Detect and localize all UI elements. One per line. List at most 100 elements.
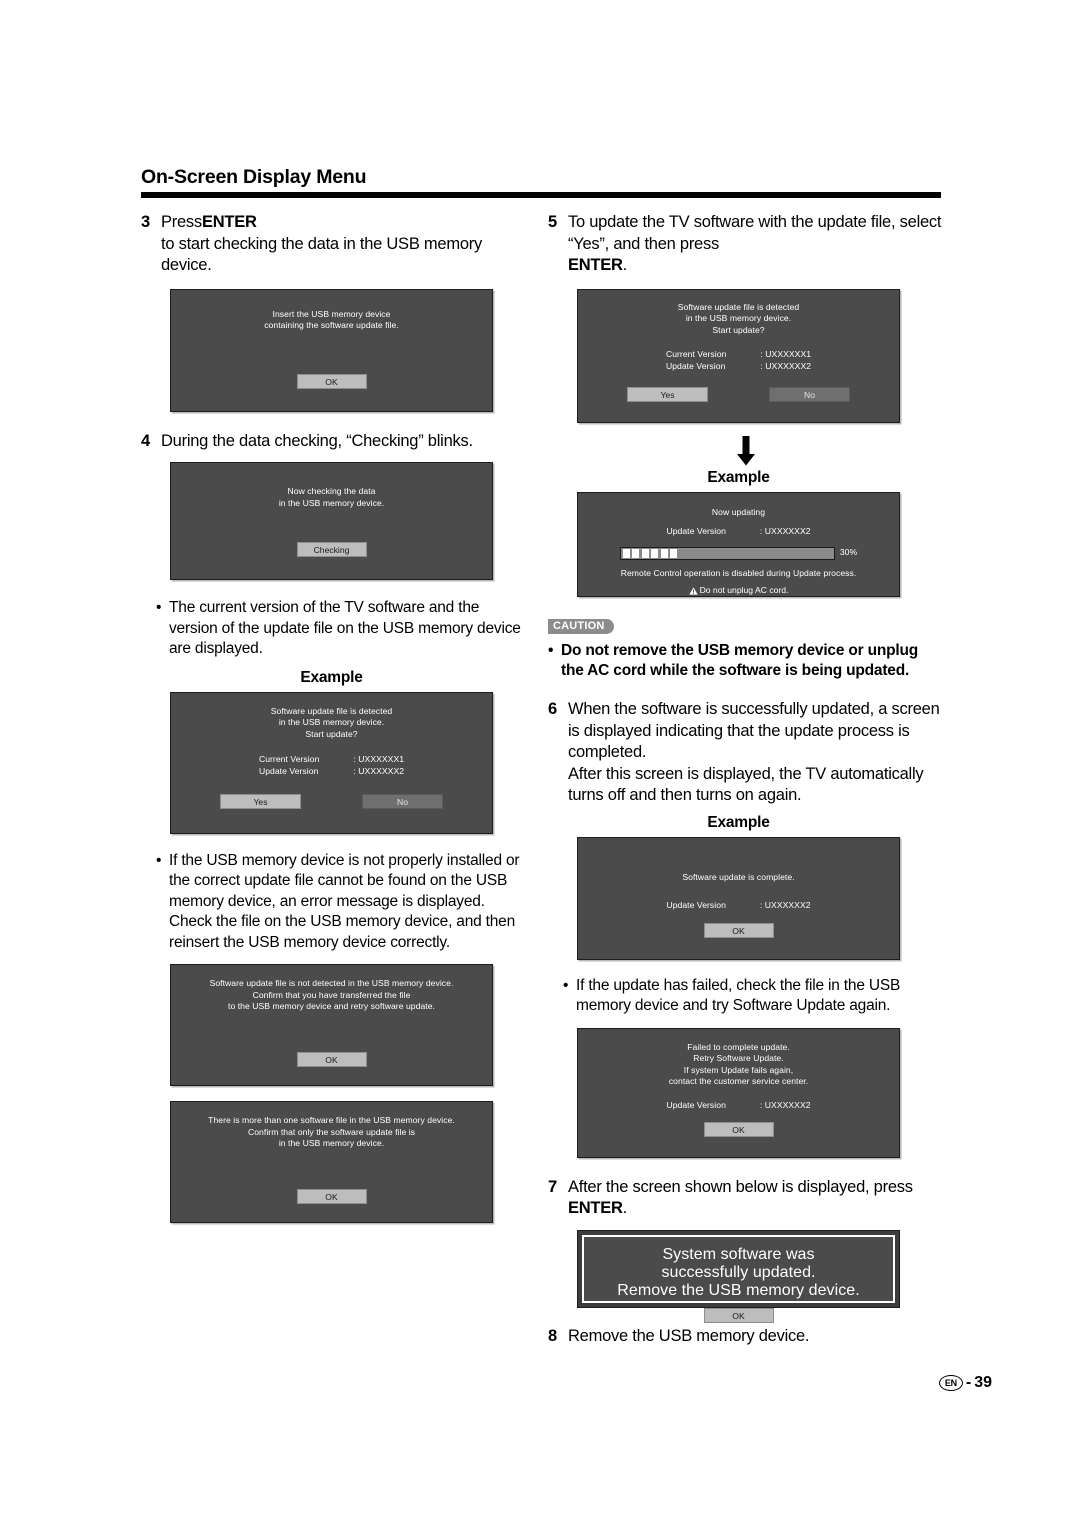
bullet-dot-icon: • (156, 599, 162, 616)
dialog-system-updated: System software was successfully updated… (582, 1234, 895, 1323)
example-caption-complete: Example (707, 813, 770, 831)
step-3: 3 Press ENTER to start checking the data… (141, 212, 536, 277)
dialog-multiple-files-message: There is more than one software file in … (171, 1102, 492, 1150)
dialog-update-detected-right-yes-button[interactable]: Yes (627, 386, 708, 402)
version-row: Update Version : UXXXXXX2 (666, 1100, 810, 1112)
caution-badge: CAUTION (548, 618, 614, 634)
bullet-dot-icon: • (156, 851, 162, 869)
dialog-system-updated-message: System software was successfully updated… (584, 1237, 893, 1300)
progress-segment (651, 548, 659, 558)
dialog-update-complete-line-1: Software update is complete. (682, 871, 795, 882)
update-progress-bar (619, 546, 835, 560)
language-badge: EN (938, 1375, 963, 1391)
page-footer: EN - 39 (938, 1374, 992, 1392)
dialog-update-failed-message: Failed to complete update. Retry Softwar… (578, 1029, 899, 1088)
dialog-multiple-files: There is more than one software file in … (170, 1101, 493, 1223)
bullet-error-message: • If the USB memory device is not proper… (156, 851, 531, 954)
dialog-file-not-detected-ok-button[interactable]: OK (296, 1052, 367, 1067)
dialog-file-not-detected: Software update file is not detected in … (170, 964, 493, 1086)
version-row: Update Version : UXXXXXX2 (666, 526, 810, 538)
dialog-now-updating-warning-line: Do not unplug AC cord. (578, 585, 899, 597)
dialog-update-detected-left-line-3: Start update? (305, 728, 358, 739)
dialog-update-detected-right-version-table: Current Version : UXXXXXX1 Update Versio… (666, 349, 811, 372)
dialog-update-failed-line-2: Retry Software Update. (693, 1053, 784, 1063)
bullet-update-failed: • If the update has failed, check the fi… (563, 976, 938, 1017)
dialog-update-detected-left-button-row: Yes No (220, 793, 443, 809)
dialog-update-detected-right-no-button[interactable]: No (769, 386, 850, 402)
version-row: Update Version : UXXXXXX2 (666, 900, 810, 912)
step-6-text-part1: When the software is successfully update… (568, 700, 940, 761)
dialog-update-complete-ok-button[interactable]: OK (703, 922, 774, 938)
progress-segment (660, 548, 668, 558)
current-version-value: : UXXXXXX1 (353, 754, 405, 764)
dialog-update-failed: Failed to complete update. Retry Softwar… (577, 1027, 900, 1158)
step-5: 5 To update the TV software with the upd… (548, 212, 943, 277)
update-progress-row: 30% (578, 546, 899, 560)
step-3-enter-keyword: ENTER (201, 213, 257, 231)
step-5-text-part1: To update the TV software with the updat… (568, 213, 942, 253)
dialog-file-not-detected-line-2: Confirm that you have transferred the fi… (252, 989, 411, 1000)
version-row: Update Version : UXXXXXX2 (259, 766, 404, 778)
dialog-update-complete-button-row: OK (578, 922, 899, 938)
dialog-checking: Now checking the data in the USB memory … (170, 462, 493, 580)
dialog-update-detected-right-line-3: Start update? (712, 324, 765, 335)
update-version-label: Update Version (666, 900, 726, 910)
bullet-update-failed-text: If the update has failed, check the file… (576, 976, 901, 1015)
bullet-dot-icon: • (563, 976, 569, 994)
dialog-insert-usb-ok-button[interactable]: OK (296, 373, 367, 389)
dialog-system-updated-line-3: Remove the USB memory device. (617, 1281, 860, 1299)
version-row: Current Version : UXXXXXX1 (666, 349, 811, 361)
dialog-system-updated-frame: System software was successfully updated… (577, 1229, 900, 1323)
dialog-multiple-files-button-row: OK (171, 1189, 492, 1204)
step-7-text: After the screen shown below is displaye… (568, 1177, 943, 1220)
dialog-file-not-detected-button-row: OK (171, 1052, 492, 1067)
dialog-multiple-files-line-2: Confirm that only the software update fi… (247, 1126, 416, 1137)
dialog-update-detected-right: Software update file is detected in the … (577, 288, 900, 423)
dialog-multiple-files-line-1: There is more than one software file in … (208, 1115, 455, 1125)
dialog-insert-usb-line-2: containing the software update file. (264, 320, 399, 330)
dialog-update-failed-line-3: If system Update fails again, (683, 1064, 794, 1075)
dialog-update-failed-line-1: Failed to complete update. (687, 1041, 790, 1052)
warning-triangle-icon (688, 587, 698, 595)
step-5-number: 5 (548, 213, 558, 231)
dialog-update-detected-left-message: Software update file is detected in the … (171, 693, 492, 741)
update-version-value: : UXXXXXX2 (759, 526, 811, 536)
step-6-text-part2: After this screen is displayed, the TV a… (568, 764, 924, 805)
left-column: 3 Press ENTER to start checking the data… (141, 212, 536, 1223)
dialog-update-failed-version-table: Update Version : UXXXXXX2 (666, 1100, 810, 1112)
update-version-value: : UXXXXXX2 (759, 1099, 811, 1110)
dialog-update-detected-left-no-button[interactable]: No (362, 793, 443, 809)
current-version-label: Current Version (258, 754, 320, 764)
update-version-label: Update Version (666, 526, 726, 536)
update-version-label: Update Version (665, 360, 726, 371)
dialog-update-detected-left-yes-button[interactable]: Yes (220, 793, 301, 809)
step-3-text-part1: Press (161, 213, 202, 231)
dialog-file-not-detected-line-1: Software update file is not detected in … (209, 978, 454, 988)
title-divider (141, 192, 941, 198)
flow-arrow (548, 435, 943, 466)
current-version-label: Current Version (665, 349, 727, 359)
step-6-number: 6 (548, 700, 558, 718)
dialog-checking-status-button[interactable]: Checking (296, 542, 367, 557)
step-7-enter-keyword: ENTER (568, 1199, 623, 1217)
dialog-now-updating-warning-text: Do not unplug AC cord. (699, 585, 789, 595)
dialog-multiple-files-ok-button[interactable]: OK (296, 1189, 367, 1204)
step-6: 6 When the software is successfully upda… (548, 699, 943, 807)
dialog-system-updated-ok-button[interactable]: OK (703, 1307, 774, 1323)
step-4: 4 During the data checking, “Checking” b… (141, 431, 536, 453)
dialog-update-failed-ok-button[interactable]: OK (703, 1122, 774, 1137)
step-5-text-part2: . (622, 256, 628, 274)
step-7-text-part1: After the screen shown below is displaye… (568, 1177, 913, 1196)
step-7: 7 After the screen shown below is displa… (548, 1177, 943, 1220)
progress-segment (641, 548, 649, 558)
dialog-update-detected-right-line-1: Software update file is detected (677, 301, 800, 312)
step-5-enter-keyword: ENTER (568, 256, 623, 274)
dialog-insert-usb-line-1: Insert the USB memory device (272, 308, 391, 319)
dialog-update-complete-version-table: Update Version : UXXXXXX2 (666, 900, 810, 912)
progress-segment (632, 548, 640, 558)
dialog-update-complete-message: Software update is complete. (578, 838, 899, 884)
dialog-system-updated-line-2: successfully updated. (661, 1263, 816, 1281)
update-version-label: Update Version (258, 765, 319, 776)
step-8-number: 8 (548, 1326, 558, 1345)
dialog-file-not-detected-line-3: to the USB memory device and retry softw… (228, 1001, 435, 1011)
